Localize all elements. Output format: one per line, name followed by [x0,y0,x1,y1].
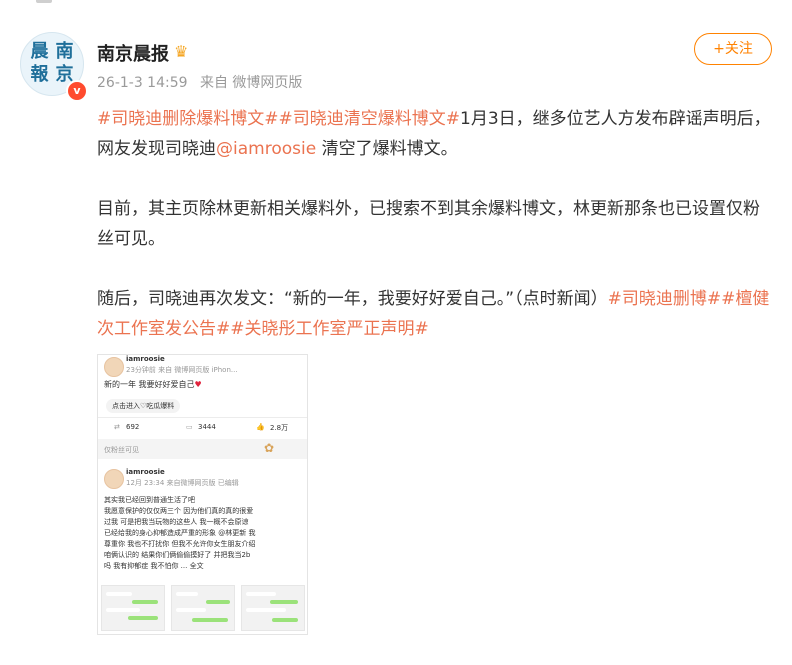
chat-thumbnail [171,585,235,631]
like-icon: 👍 [256,423,265,431]
embedded-body: 新的一年 我要好好爱自己♥ [104,379,202,390]
hashtag-link[interactable]: #司晓迪清空爆料博文# [279,109,461,129]
paragraph-2: 目前，其主页除林更新相关爆料外，已搜索不到其余爆料博文，林更新那条也已设置仅粉丝… [97,199,760,249]
embedded-avatar-2 [104,469,124,489]
top-edge-stub [36,0,52,3]
author-name[interactable]: 南京晨报 [97,40,169,66]
post-source: 来自 微博网页版 [199,75,303,91]
post-meta: 26-1-3 14:59 来自 微博网页版 [97,72,310,92]
embedded-avatar [104,357,124,377]
avatar-logo: 晨 南 報 京 [27,41,77,87]
paragraph-text: 清空了爆料博文。 [316,139,458,159]
embedded-line: 过我 可是把我当玩物的这些人 我一概不会原谅 [104,518,249,526]
crown-badge-icon: ♛ [174,42,189,61]
visibility-label: 仅粉丝可见 [104,446,139,454]
verified-icon: v [66,80,88,102]
embedded-screenshot[interactable]: iamroosie 23分钟前 来自 微博网页版 iPhon... 新的一年 我… [97,354,308,635]
hashtag-link[interactable]: #司晓迪删博# [608,289,722,309]
hashtag-link[interactable]: #关晓彤工作室严正声明# [230,319,429,339]
embedded-line: 其实我已经回到普通生活了吧 [104,496,195,504]
embedded-divider [98,417,307,418]
embedded-line: 吗 我有抑郁症 我不怕你 ... 全文 [104,562,204,570]
embedded-topic: 点击进入♡吃瓜爆料 [106,399,181,413]
paragraph-text: 随后，司晓迪再次发文：“新的一年，我要好好爱自己。”（点时新闻） [97,289,608,309]
chat-thumbnail [241,585,305,631]
like-count: 2.8万 [270,424,289,432]
embedded-line: 我愿意保护的仅仅两三个 因为他们真的真的很爱 [104,507,254,515]
embedded-username-2: iamroosie [126,468,165,476]
emoji-icon: ✿ [264,441,275,455]
avatar-char-1: 晨 [30,41,49,62]
comment-icon: ▭ [186,423,193,431]
repost-icon: ⇄ [114,423,120,431]
embedded-line: 已经给我的身心抑郁造成严重的形象 @林更新 我 [104,529,256,537]
post-content: #司晓迪删除爆料博文##司晓迪清空爆料博文#1月3日，继多位艺人方发布辟谣声明后… [97,104,773,374]
embedded-line: 咱俩认识的 结果你们俩偷偷摸好了 并把我当2b [104,551,251,559]
embedded-meta: 23分钟前 来自 微博网页版 iPhon... [126,366,238,374]
paragraph-3: 随后，司晓迪再次发文：“新的一年，我要好好爱自己。”（点时新闻）#司晓迪删博# #… [97,284,773,344]
chat-thumbnails [101,585,305,631]
avatar-char-2: 南 [55,41,74,62]
post-timestamp[interactable]: 26-1-3 14:59 [97,75,188,91]
embedded-body-text: 新的一年 我要好好爱自己 [104,380,195,389]
comment-count: 3444 [198,423,216,431]
hashtag-link[interactable]: #司晓迪删除爆料博文# [97,109,279,129]
repost-count: 692 [126,423,140,431]
chat-thumbnail [101,585,165,631]
embedded-meta-2: 12月 23:34 来自微博网页版 已编辑 [126,479,239,487]
top-edge [0,0,792,6]
paragraph-1: #司晓迪删除爆料博文##司晓迪清空爆料博文#1月3日，继多位艺人方发布辟谣声明后… [97,104,773,164]
mention-link[interactable]: @iamroosie [216,139,316,159]
avatar-char-3: 報 [30,64,49,85]
follow-button[interactable]: +关注 [694,33,772,65]
embedded-line: 尊重你 我也不打扰你 但我不允许你女生朋友介绍 [104,540,256,548]
heart-icon: ♥ [194,380,202,389]
embedded-username: iamroosie [126,355,165,363]
